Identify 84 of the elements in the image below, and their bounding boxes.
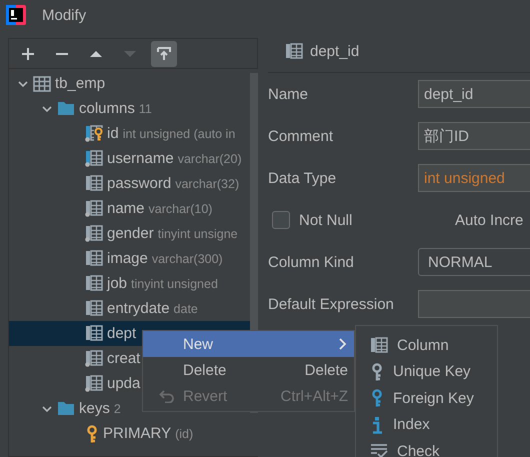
- folder-icon: [57, 101, 75, 116]
- column-type: (id): [175, 426, 194, 440]
- table-name: tb_emp: [55, 75, 106, 92]
- column-type: tinyint unsigned: [131, 276, 218, 290]
- tree-row[interactable]: username varchar(20): [9, 146, 248, 171]
- column-title: dept_id: [310, 42, 360, 60]
- key-icon: [85, 424, 99, 442]
- column-icon: [85, 225, 103, 242]
- menu-item[interactable]: Column: [356, 332, 497, 358]
- field-label: Column Kind: [268, 254, 355, 270]
- field-label: Comment: [268, 128, 334, 144]
- column-name: job: [107, 275, 128, 292]
- item-count: 11: [138, 102, 152, 116]
- tree-row[interactable]: gender tinyint unsigne: [9, 221, 248, 246]
- field-label: Auto Incre: [455, 212, 524, 228]
- menu-item[interactable]: New: [143, 331, 354, 357]
- tree-row[interactable]: password varchar(32): [9, 171, 248, 196]
- tree-row[interactable]: PRIMARY (id): [9, 421, 248, 446]
- column-name: password: [107, 175, 172, 192]
- column-type: date: [174, 302, 198, 316]
- field-label: Name: [268, 86, 310, 102]
- column-type: varchar(300): [152, 252, 223, 266]
- column-icon: [85, 175, 103, 192]
- down-triangle-icon: [123, 50, 137, 58]
- key-column-icon: [85, 125, 103, 142]
- key-icon: [370, 362, 384, 381]
- folder-name: keys: [79, 400, 110, 417]
- column-name: upda: [107, 375, 140, 392]
- app-logo-icon: [6, 5, 26, 25]
- column-name: image: [107, 250, 148, 267]
- export-button[interactable]: [151, 40, 177, 66]
- column-icon: [85, 300, 103, 317]
- column-icon: [85, 325, 103, 342]
- input-field[interactable]: 部门ID: [418, 122, 530, 150]
- tree-row[interactable]: id int unsigned (auto in: [9, 121, 248, 146]
- info-icon: [370, 416, 384, 434]
- column-type: int unsigned (auto in: [122, 126, 236, 140]
- menu-item[interactable]: Unique Key: [356, 358, 497, 385]
- dropdown[interactable]: NORMAL: [418, 248, 530, 276]
- input-field[interactable]: [418, 290, 530, 318]
- folder-name: columns: [79, 100, 135, 117]
- column-icon: [85, 150, 103, 167]
- item-count: 2: [114, 402, 121, 416]
- tree-row[interactable]: image varchar(300): [9, 246, 248, 271]
- check-list-icon: [370, 443, 388, 457]
- checkbox[interactable]: Not Null: [268, 211, 418, 229]
- menu-item[interactable]: Index: [356, 412, 497, 438]
- column-name: gender: [107, 225, 154, 242]
- column-icon: [285, 42, 303, 60]
- column-icon: [370, 336, 388, 354]
- column-icon: [85, 350, 103, 367]
- field-label: Data Type: [268, 170, 338, 186]
- folder-icon: [57, 401, 75, 416]
- column-type: varchar(10): [148, 202, 212, 216]
- column-icon: [85, 275, 103, 292]
- column-name: username: [107, 150, 174, 167]
- column-icon: [85, 375, 103, 392]
- column-name: PRIMARY: [103, 425, 172, 442]
- column-name: dept: [107, 325, 136, 342]
- column-name: creat: [107, 350, 140, 367]
- column-type: tinyint unsigne: [158, 226, 238, 240]
- menu-item[interactable]: Delete Delete: [143, 357, 354, 383]
- tree-row[interactable]: name varchar(10): [9, 196, 248, 221]
- column-name: id: [107, 125, 119, 142]
- column-icon: [85, 200, 103, 217]
- tree-row[interactable]: entrydate date: [9, 296, 248, 321]
- minus-icon: [55, 52, 69, 54]
- column-type: varchar(20): [178, 152, 242, 166]
- column-icon: [85, 250, 103, 267]
- column-type: varchar(32): [175, 176, 240, 190]
- up-triangle-icon: [89, 50, 103, 58]
- undo-icon: [159, 389, 175, 403]
- plus-icon: [21, 46, 35, 60]
- menu-item[interactable]: Check: [356, 438, 497, 457]
- column-name: name: [107, 200, 145, 217]
- input-field[interactable]: dept_id: [418, 80, 530, 108]
- tree-row[interactable]: job tinyint unsigned: [9, 271, 248, 296]
- menu-item[interactable]: Foreign Key: [356, 385, 497, 412]
- upload-icon: [157, 46, 171, 60]
- key-icon: [370, 389, 384, 408]
- table-icon: [33, 76, 51, 92]
- window-title: Modify: [42, 6, 86, 24]
- column-name: entrydate: [107, 300, 170, 317]
- field-label: Default Expression: [268, 296, 395, 312]
